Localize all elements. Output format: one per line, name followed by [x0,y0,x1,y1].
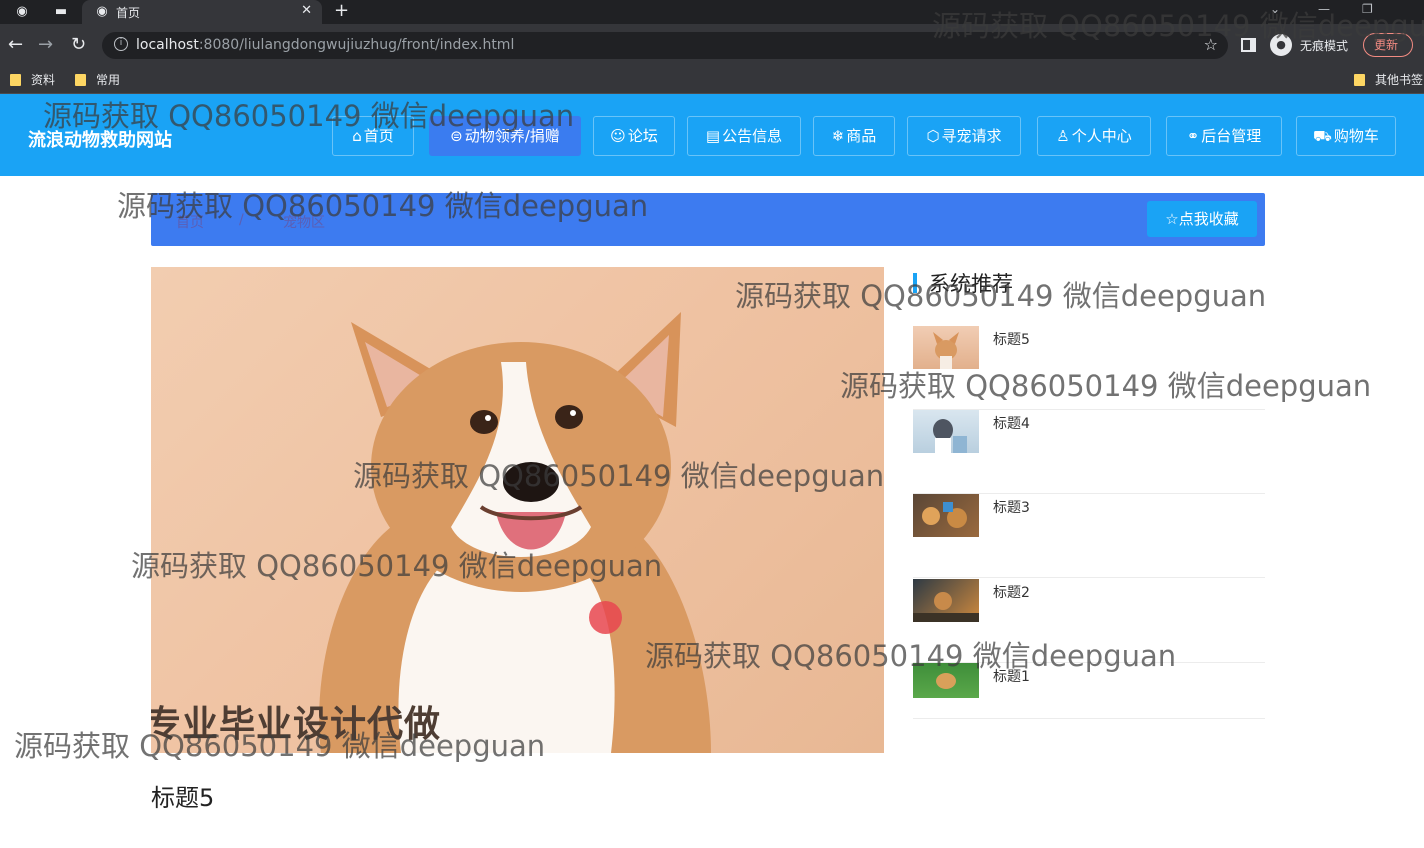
recommend-title: 标题3 [993,500,1030,516]
recommend-title: 标题1 [993,669,1030,685]
bookmark-folder[interactable]: 资料 [10,71,55,89]
recommend-item[interactable]: 标题3 [913,494,1265,578]
recommend-item[interactable]: 标题5 [913,326,1265,410]
globe-icon: ◉ [96,4,108,19]
tab-title: 首页 [116,6,141,20]
cart-icon: ⛟ [1313,127,1332,145]
corgi-illustration [319,312,711,753]
url-text: localhost:8080/liulangdongwujiuzhug/fron… [136,37,515,53]
box-icon: ⬡ [926,127,940,145]
browser-tab-strip: ◉ ▬ ◉ 首页 ✕ + ⌄ — ❐ [0,0,1424,24]
nav-forum[interactable]: ☺ 论坛 [593,116,675,156]
breadcrumb: 首页 / 宠物区 ☆点我收藏 [151,193,1265,246]
close-icon[interactable]: ✕ [301,3,312,18]
nav-adoption[interactable]: ⊜ 动物领养/捐赠 [429,116,581,156]
recommend-title: 标题2 [993,585,1030,601]
pet-icon: ⊜ [450,127,463,145]
nav-profile[interactable]: ♙ 个人中心 [1037,116,1151,156]
breadcrumb-current: 宠物区 [283,215,325,231]
globe-icon[interactable]: ◉ [12,2,32,22]
recommend-title: 标题5 [993,332,1030,348]
other-bookmarks[interactable]: 其他书签 [1354,71,1423,89]
folder-icon [1354,74,1365,86]
home-icon: ⌂ [352,127,362,145]
breadcrumb-separator: / [239,212,244,228]
corgi-thumb [933,332,959,369]
recommend-thumbnail [913,410,979,453]
nav-lost-pet[interactable]: ⬡ 寻宠请求 [907,116,1021,156]
screen: ◉ ▬ ◉ 首页 ✕ + ⌄ — ❐ ← → ↻ i localhost:808… [0,0,1424,848]
browser-toolbar: ← → ↻ i localhost:8080/liulangdongwujiuz… [0,24,1424,66]
accent-bar [913,273,917,293]
husky-thumb [933,419,967,453]
address-bar[interactable]: i localhost:8080/liulangdongwujiuzhug/fr… [102,32,1228,59]
link-icon: ⚭ [1186,127,1200,145]
forward-arrow-icon[interactable]: → [38,34,53,56]
star-icon[interactable]: ☆ [1204,35,1218,54]
tab-overview-icon[interactable]: ▬ [51,2,71,22]
update-button[interactable]: 更新 [1363,33,1413,57]
recommend-thumbnail [913,326,979,369]
click-indicator [589,601,622,634]
recommend-item[interactable]: 标题2 [913,579,1265,663]
minimize-icon[interactable]: — [1318,0,1330,18]
user-icon: ♙ [1056,127,1070,145]
folder-icon [10,74,21,86]
promo-overlay-text: 专业毕业设计代做 [151,704,442,745]
folder-icon [75,74,86,86]
recommend-thumbnail [913,579,979,622]
nav-home[interactable]: ⌂ 首页 [332,116,414,156]
side-panel-icon[interactable] [1241,38,1256,52]
goods-icon: ❄ [831,127,845,145]
recommend-thumbnail [913,494,979,537]
bookmarks-bar: 资料 常用 其他书签 [0,66,1424,94]
site-title: 流浪动物救助网站 [28,130,172,151]
back-arrow-icon[interactable]: ← [8,34,23,56]
site-header: 流浪动物救助网站 ⌂ 首页 ⊜ 动物领养/捐赠 ☺ 论坛 ▤ 公告信息 ❄ 商品 ⬡ 寻宠请… [0,94,1424,176]
divider [913,718,1265,719]
star-icon: ☆ [1165,210,1179,228]
nav-notice[interactable]: ▤ 公告信息 [687,116,801,156]
recommend-item[interactable]: 标题1 [913,663,1265,719]
reload-icon[interactable]: ↻ [71,34,86,56]
recommend-item[interactable]: 标题4 [913,410,1265,494]
favorite-button[interactable]: ☆点我收藏 [1147,201,1257,237]
incognito-icon: ● [1270,34,1292,56]
puppies-thumb [922,502,967,528]
incognito-label: 无痕模式 [1300,39,1349,53]
nav-cart[interactable]: ⛟ 购物车 [1296,116,1396,156]
recommend-title: 标题4 [993,416,1030,432]
divider [913,577,1265,578]
nav-goods[interactable]: ❄ 商品 [813,116,895,156]
info-icon[interactable]: i [114,37,128,51]
bookmark-folder[interactable]: 常用 [75,71,120,89]
browser-tab[interactable]: ◉ 首页 ✕ [82,0,322,24]
new-tab-button[interactable]: + [334,0,349,22]
dog-in-sunset-thumb [913,592,979,622]
notice-icon: ▤ [705,127,721,145]
pet-image: 专业毕业设计代做 [151,267,884,753]
chevron-down-icon[interactable]: ⌄ [1270,0,1280,18]
breadcrumb-home[interactable]: 首页 [176,212,204,232]
dog-on-grass-thumb [936,673,956,689]
forum-icon: ☺ [610,127,626,145]
recommend-thumbnail [913,663,979,698]
detail-title: 标题5 [151,784,215,812]
restore-icon[interactable]: ❐ [1362,0,1373,18]
nav-admin[interactable]: ⚭ 后台管理 [1166,116,1282,156]
